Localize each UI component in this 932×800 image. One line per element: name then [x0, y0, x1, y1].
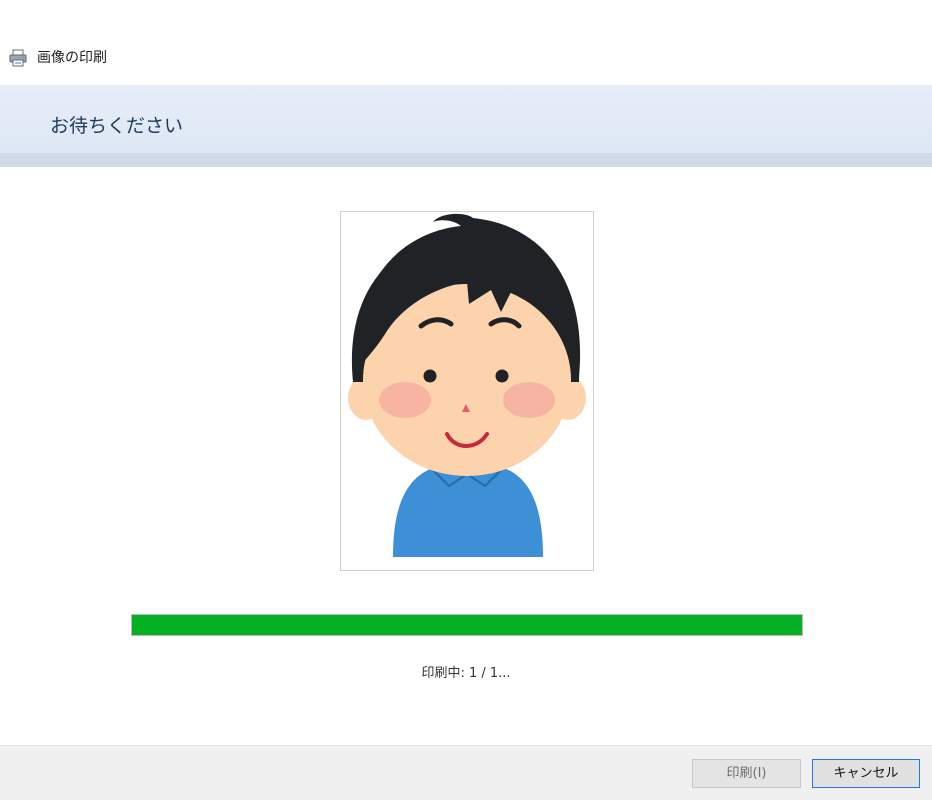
progress-fill	[132, 615, 802, 635]
page-heading: お待ちください	[50, 115, 184, 137]
cancel-button[interactable]: キャンセル	[812, 759, 920, 788]
boy-illustration	[348, 213, 586, 557]
printer-icon	[8, 48, 28, 68]
print-progress-bar	[131, 614, 803, 636]
title-bar: 画像の印刷	[0, 0, 932, 85]
print-dialog: 画像の印刷 お待ちください 印刷中: 1 / 1... 印刷(I) キャンセル	[0, 0, 932, 800]
print-button[interactable]: 印刷(I)	[692, 759, 801, 788]
window-title: 画像の印刷	[37, 50, 107, 66]
header-divider	[0, 153, 932, 167]
print-preview	[340, 211, 594, 571]
progress-status: 印刷中: 1 / 1...	[421, 666, 511, 681]
